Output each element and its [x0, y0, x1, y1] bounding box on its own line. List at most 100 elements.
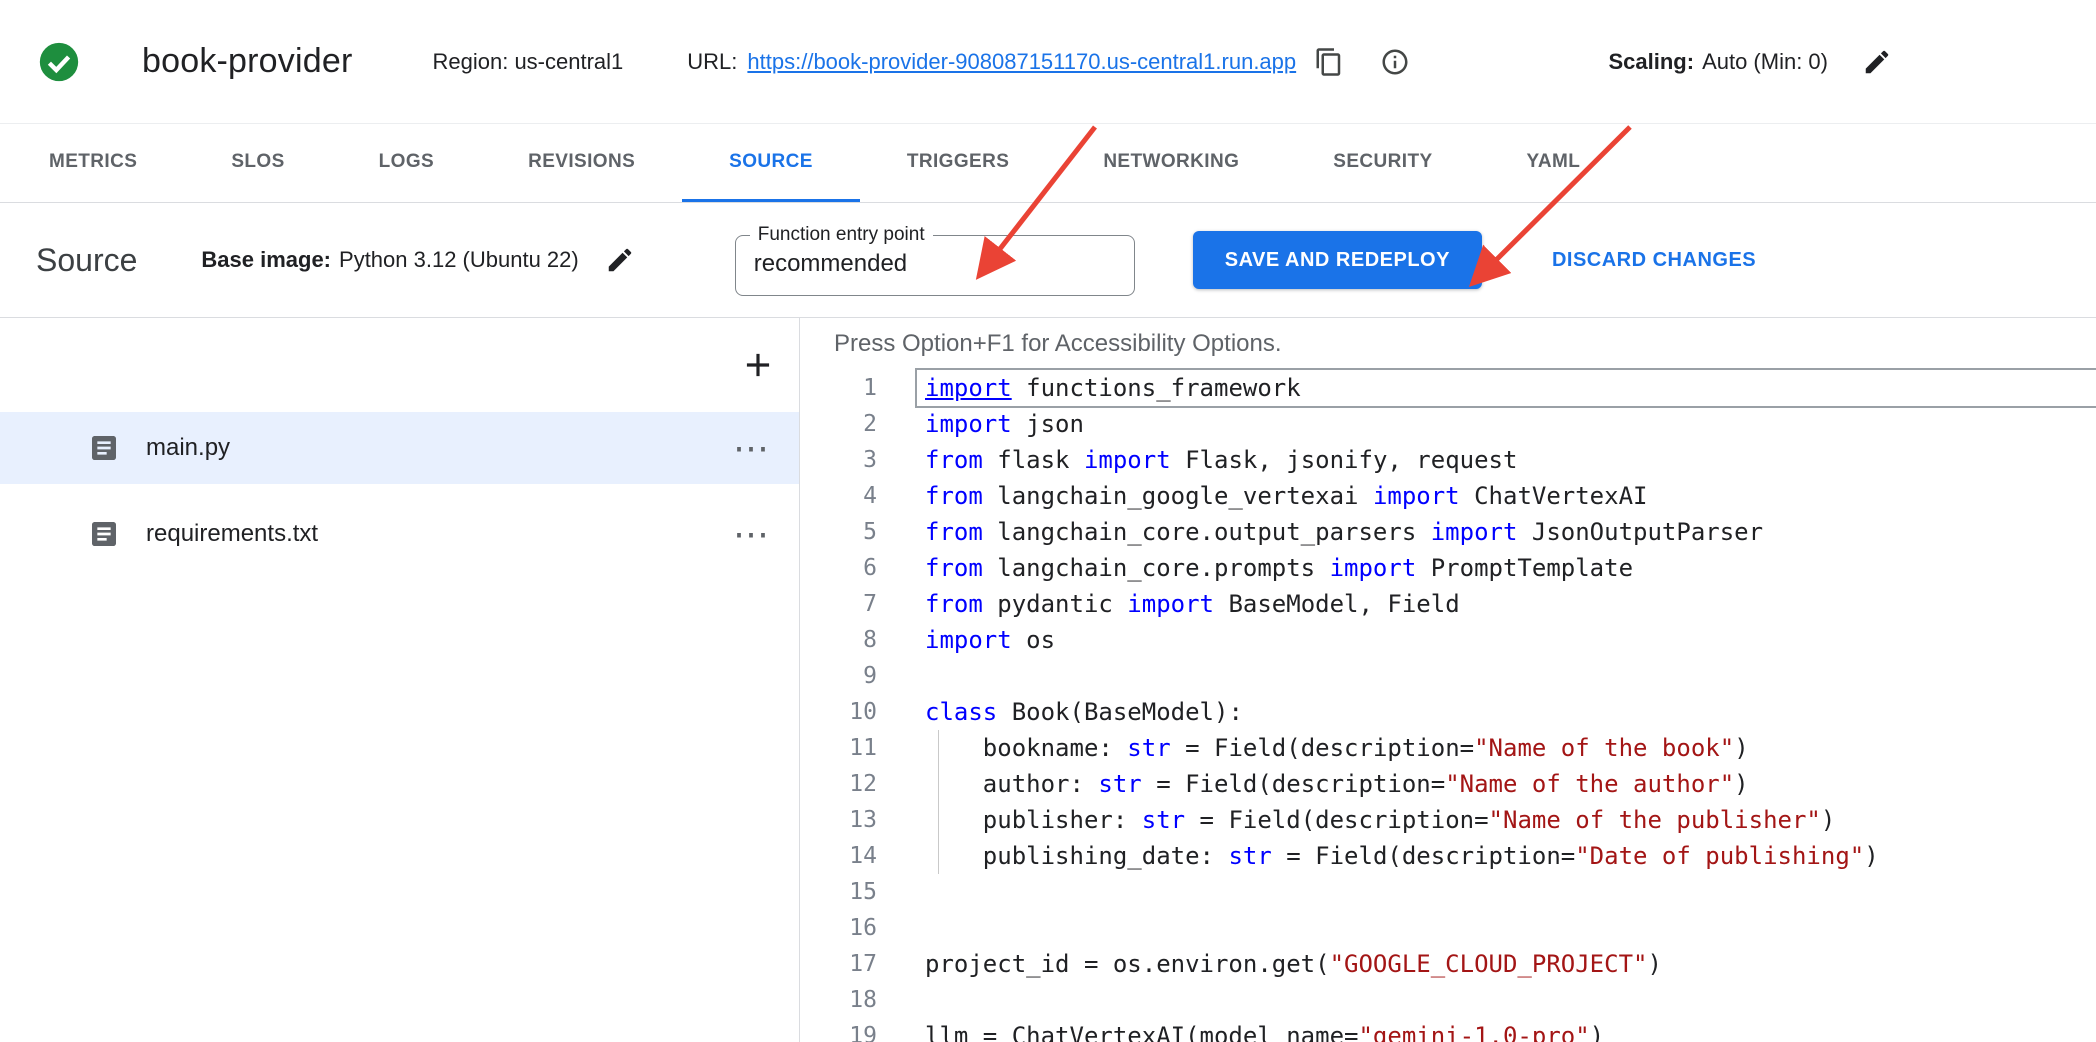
line-number: 15	[800, 874, 917, 910]
copy-icon	[1314, 47, 1344, 77]
source-content: main.py ⋯ requirements.txt ⋯ Press Optio…	[0, 318, 2096, 1042]
status-ok-icon	[36, 39, 82, 85]
code-content: from langchain_core.output_parsers impor…	[917, 514, 2096, 550]
code-line[interactable]: 18	[800, 982, 2096, 1018]
code-line[interactable]: 7 from pydantic import BaseModel, Field	[800, 586, 2096, 622]
code-content: publishing_date: str = Field(description…	[917, 838, 2096, 874]
source-toolbar: Source Base image: Python 3.12 (Ubuntu 2…	[0, 203, 2096, 318]
line-number: 1	[800, 370, 917, 406]
line-number: 17	[800, 946, 917, 982]
base-image-label: Base image:	[201, 247, 331, 273]
line-number: 8	[800, 622, 917, 658]
line-number: 9	[800, 658, 917, 694]
line-number: 7	[800, 586, 917, 622]
entry-point-field[interactable]: Function entry point recommended	[735, 224, 1135, 296]
scaling-value: Auto (Min: 0)	[1702, 49, 1828, 75]
code-content: from langchain_google_vertexai import Ch…	[917, 478, 2096, 514]
code-content: import os	[917, 622, 2096, 658]
code-line[interactable]: 10 class Book(BaseModel):	[800, 694, 2096, 730]
code-content: publisher: str = Field(description="Name…	[917, 802, 2096, 838]
tab-security[interactable]: SECURITY	[1286, 124, 1479, 202]
line-number: 12	[800, 766, 917, 802]
code-line[interactable]: 9	[800, 658, 2096, 694]
url-label: URL:	[687, 49, 737, 75]
discard-changes-button[interactable]: DISCARD CHANGES	[1546, 248, 1762, 273]
url-info-button[interactable]	[1380, 47, 1410, 77]
tab-revisions[interactable]: REVISIONS	[481, 124, 682, 202]
scaling-label: Scaling:	[1608, 49, 1694, 75]
code-line[interactable]: 4 from langchain_google_vertexai import …	[800, 478, 2096, 514]
code-content: import functions_framework	[917, 370, 2096, 406]
code-line[interactable]: 15	[800, 874, 2096, 910]
code-content: from pydantic import BaseModel, Field	[917, 586, 2096, 622]
pencil-icon	[605, 245, 635, 275]
code-content	[917, 874, 2096, 910]
more-options-icon[interactable]: ⋯	[733, 516, 769, 552]
code-content	[917, 910, 2096, 946]
file-item[interactable]: main.py ⋯	[0, 412, 799, 484]
code-line[interactable]: 17 project_id = os.environ.get("GOOGLE_C…	[800, 946, 2096, 982]
line-number: 2	[800, 406, 917, 442]
code-line[interactable]: 6 from langchain_core.prompts import Pro…	[800, 550, 2096, 586]
code-line[interactable]: 11 bookname: str = Field(description="Na…	[800, 730, 2096, 766]
code-line[interactable]: 1 import functions_framework	[800, 370, 2096, 406]
copy-url-button[interactable]	[1314, 47, 1344, 77]
file-explorer: main.py ⋯ requirements.txt ⋯	[0, 318, 800, 1042]
file-item[interactable]: requirements.txt ⋯	[0, 498, 799, 570]
code-line[interactable]: 2 import json	[800, 406, 2096, 442]
code-content	[917, 982, 2096, 1018]
line-number: 13	[800, 802, 917, 838]
service-url-group: URL: https://book-provider-908087151170.…	[687, 47, 1410, 77]
entry-point-value[interactable]: recommended	[744, 246, 1126, 278]
code-line[interactable]: 19 llm = ChatVertexAI(model_name="gemini…	[800, 1018, 2096, 1042]
pencil-icon	[1862, 47, 1892, 77]
tab-logs[interactable]: LOGS	[332, 124, 481, 202]
file-list: main.py ⋯ requirements.txt ⋯	[0, 412, 799, 570]
service-header: book-provider Region: us-central1 URL: h…	[0, 0, 2096, 124]
code-content: bookname: str = Field(description="Name …	[917, 730, 2096, 766]
code-line[interactable]: 8 import os	[800, 622, 2096, 658]
code-line[interactable]: 13 publisher: str = Field(description="N…	[800, 802, 2096, 838]
tab-networking[interactable]: NETWORKING	[1056, 124, 1286, 202]
code-line[interactable]: 5 from langchain_core.output_parsers imp…	[800, 514, 2096, 550]
line-number: 14	[800, 838, 917, 874]
code-line[interactable]: 3 from flask import Flask, jsonify, requ…	[800, 442, 2096, 478]
tab-source[interactable]: SOURCE	[682, 124, 860, 202]
edit-scaling-button[interactable]	[1862, 47, 1892, 77]
tab-metrics[interactable]: METRICS	[2, 124, 184, 202]
line-number: 16	[800, 910, 917, 946]
code-line[interactable]: 12 author: str = Field(description="Name…	[800, 766, 2096, 802]
line-number: 19	[800, 1018, 917, 1042]
service-url-link[interactable]: https://book-provider-908087151170.us-ce…	[747, 49, 1296, 75]
accessibility-hint: Press Option+F1 for Accessibility Option…	[800, 318, 2096, 370]
code-content: import json	[917, 406, 2096, 442]
scaling-info: Scaling: Auto (Min: 0)	[1608, 47, 1892, 77]
code-content: class Book(BaseModel):	[917, 694, 2096, 730]
file-explorer-toolbar	[0, 318, 799, 412]
file-name: requirements.txt	[146, 520, 318, 548]
entry-point-label: Function entry point	[750, 224, 933, 246]
save-and-redeploy-button[interactable]: SAVE AND REDEPLOY	[1193, 231, 1482, 289]
tab-triggers[interactable]: TRIGGERS	[860, 124, 1056, 202]
code-line[interactable]: 14 publishing_date: str = Field(descript…	[800, 838, 2096, 874]
code-line[interactable]: 16	[800, 910, 2096, 946]
info-icon	[1380, 47, 1410, 77]
code-editor[interactable]: 1 import functions_framework 2 import js…	[800, 370, 2096, 1042]
file-name: main.py	[146, 434, 230, 462]
code-content: author: str = Field(description="Name of…	[917, 766, 2096, 802]
line-number: 4	[800, 478, 917, 514]
line-number: 6	[800, 550, 917, 586]
code-content: llm = ChatVertexAI(model_name="gemini-1.…	[917, 1018, 2096, 1042]
edit-base-image-button[interactable]	[605, 245, 635, 275]
add-file-button[interactable]	[739, 346, 777, 384]
tab-slos[interactable]: SLOS	[184, 124, 331, 202]
region-label: Region: us-central1	[433, 49, 624, 75]
code-content	[917, 658, 2096, 694]
line-number: 5	[800, 514, 917, 550]
base-image-value: Python 3.12 (Ubuntu 22)	[339, 247, 579, 273]
line-number: 10	[800, 694, 917, 730]
tab-yaml[interactable]: YAML	[1480, 124, 1628, 202]
more-options-icon[interactable]: ⋯	[733, 430, 769, 466]
code-content: from flask import Flask, jsonify, reques…	[917, 442, 2096, 478]
line-number: 11	[800, 730, 917, 766]
